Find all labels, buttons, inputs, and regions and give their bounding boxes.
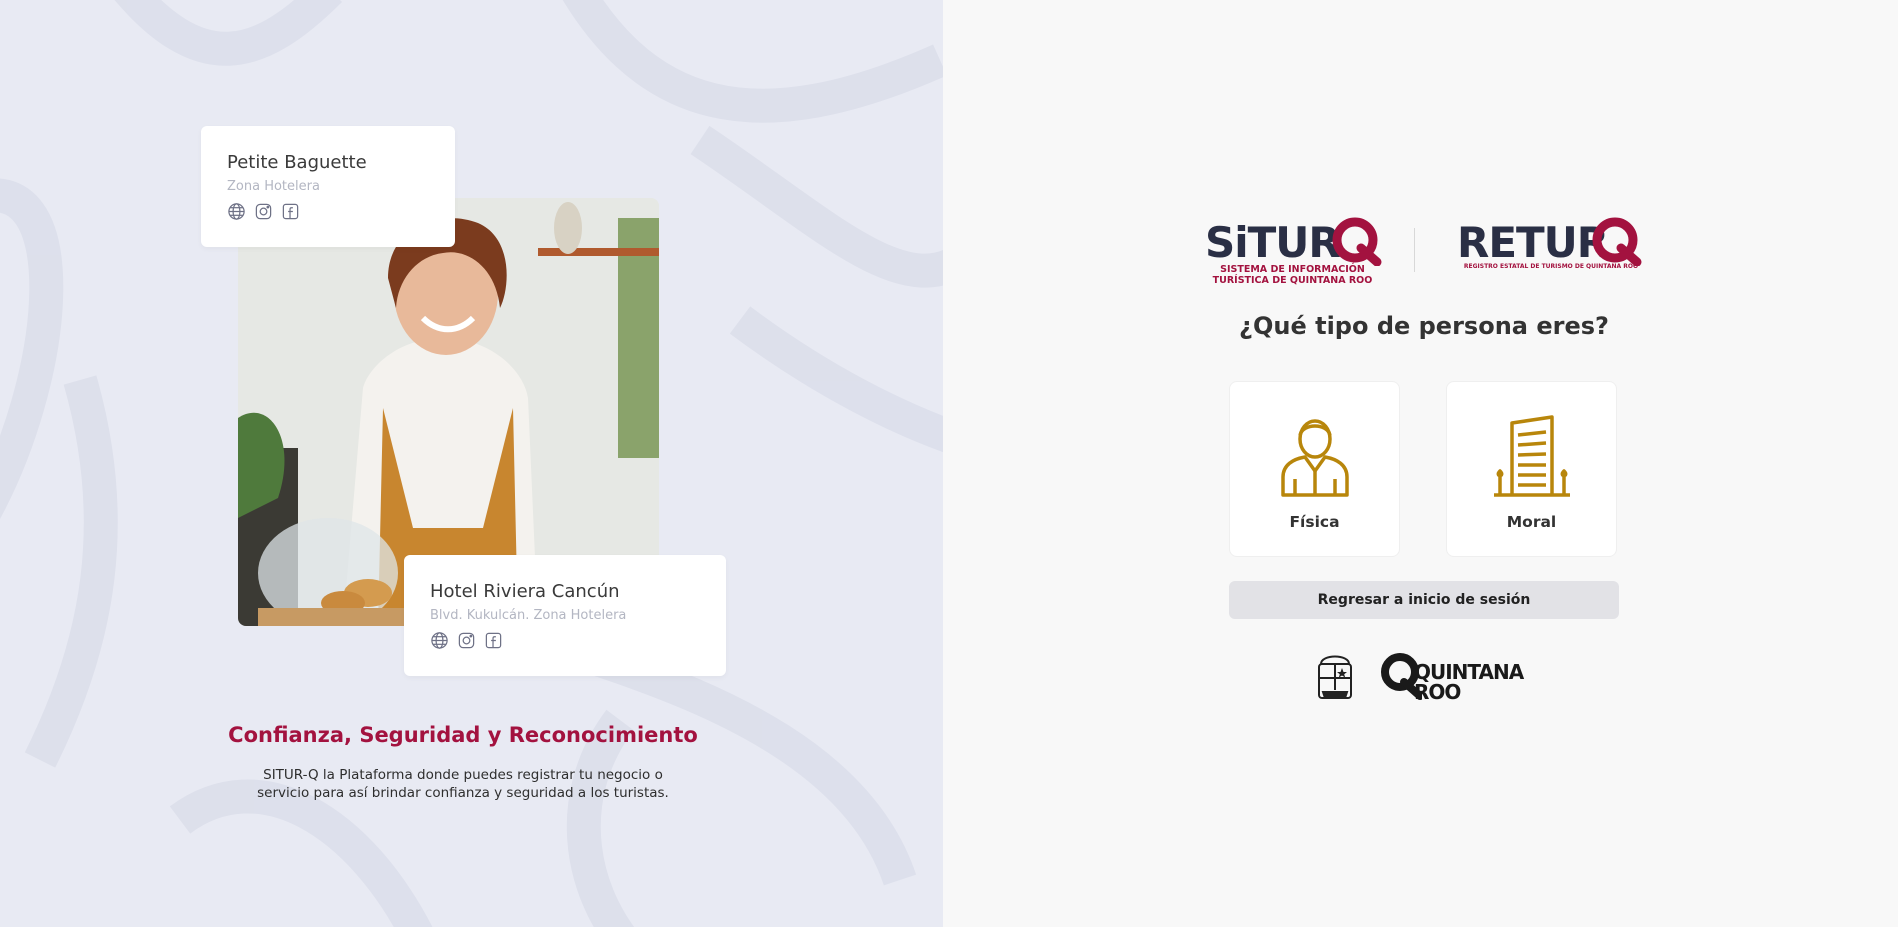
instagram-icon[interactable] [254,202,273,221]
facebook-icon[interactable] [281,202,300,221]
quintana-logo-line2: ROO [1414,680,1461,704]
business-card-petite-baguette[interactable]: Petite Baguette Zona Hotelera [201,126,455,247]
globe-icon[interactable] [430,631,449,650]
business-location: Blvd. Kukulcán. Zona Hotelera [430,608,627,623]
person-icon [1280,419,1349,497]
tagline-heading: Confianza, Seguridad y Reconocimiento [228,723,698,747]
situr-logo-subtitle: SISTEMA DE INFORMACIÓN TURÍSTICA DE QUIN… [1205,264,1380,286]
retur-logo-subtitle: REGISTRO ESTATAL DE TURISMO DE QUINTANA … [1463,263,1639,270]
description-line: SITUR-Q la Plataforma donde puedes regis… [263,767,663,783]
retur-q-mark [1592,217,1642,266]
business-name: Petite Baguette [227,152,367,173]
description-line: servicio para así brindar confianza y se… [257,785,669,801]
globe-icon[interactable] [227,202,246,221]
header-logos: SiTUR SISTEMA DE INFORMACIÓN TURÍSTICA D… [1205,214,1645,290]
retur-logo: RETUR REGISTRO ESTATAL DE TURISMO DE QUI… [1457,214,1645,290]
person-type-question: ¿Qué tipo de persona eres? [1239,312,1609,340]
option-moral[interactable]: Moral [1446,381,1617,557]
footer-logos: QUINTANA ROO [1312,648,1540,708]
quintana-roo-logo: QUINTANA ROO [1380,648,1540,704]
logo-divider [1414,228,1415,272]
left-panel: Petite Baguette Zona Hotelera Hotel Rivi… [0,0,943,927]
building-icon [1493,415,1570,497]
situr-subtitle-line: TURÍSTICA DE QUINTANA ROO [1212,275,1373,286]
option-fisica[interactable]: Física [1229,381,1400,557]
instagram-icon[interactable] [457,631,476,650]
situr-logo-title: SiTUR [1205,218,1341,267]
option-label: Física [1289,513,1340,531]
platform-description: SITUR-Q la Plataforma donde puedes regis… [0,766,926,802]
right-panel [943,0,1898,927]
situr-logo: SiTUR SISTEMA DE INFORMACIÓN TURÍSTICA D… [1205,214,1385,290]
situr-subtitle-line: SISTEMA DE INFORMACIÓN [1220,264,1365,275]
business-location: Zona Hotelera [227,179,320,194]
facebook-icon[interactable] [484,631,503,650]
situr-q-mark [1332,217,1382,266]
option-label: Moral [1506,513,1557,531]
business-name: Hotel Riviera Cancún [430,581,620,602]
state-seal-icon [1318,655,1352,699]
business-card-hotel-riviera[interactable]: Hotel Riviera Cancún Blvd. Kukulcán. Zon… [404,555,726,676]
retur-logo-title: RETUR [1457,218,1609,267]
back-to-login-button[interactable]: Regresar a inicio de sesión [1229,581,1619,619]
